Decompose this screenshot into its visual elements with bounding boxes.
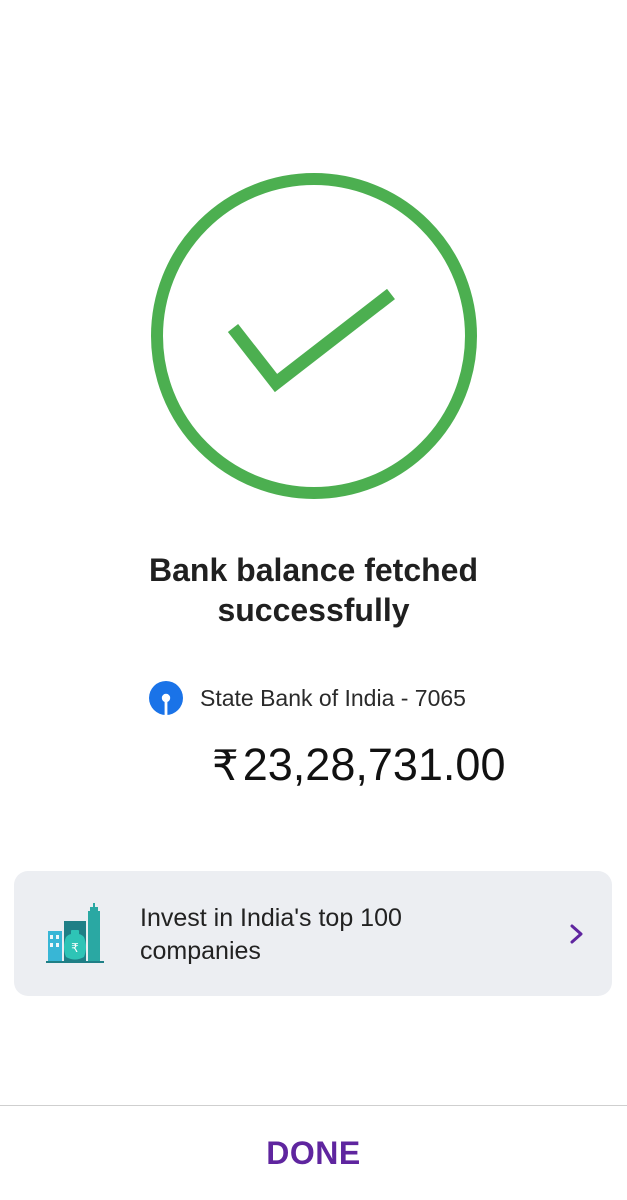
bank-account-row: State Bank of India - 7065 (148, 678, 466, 718)
currency-symbol: ₹ (212, 740, 239, 790)
invest-promo-line2: companies (140, 937, 261, 965)
check-circle-icon (151, 173, 477, 499)
bank-account-name: State Bank of India - 7065 (200, 684, 466, 711)
done-button[interactable]: DONE (0, 1106, 627, 1200)
success-title-line2: successfully (217, 592, 410, 628)
chevron-right-icon (570, 924, 583, 944)
success-title-line1: Bank balance fetched (149, 552, 478, 588)
balance-amount: ₹ 23,28,731.00 (212, 736, 505, 794)
balance-value: 23,28,731.00 (242, 739, 506, 790)
invest-promo-card[interactable]: ₹ Invest in India's top 100 companies (14, 871, 612, 996)
invest-buildings-icon: ₹ (46, 903, 104, 963)
success-title: Bank balance fetched successfully (0, 550, 627, 630)
svg-text:₹: ₹ (71, 941, 79, 955)
invest-promo-text: Invest in India's top 100 companies (140, 902, 540, 968)
sbi-logo-icon (149, 681, 183, 715)
invest-promo-line1: Invest in India's top 100 (140, 904, 402, 932)
